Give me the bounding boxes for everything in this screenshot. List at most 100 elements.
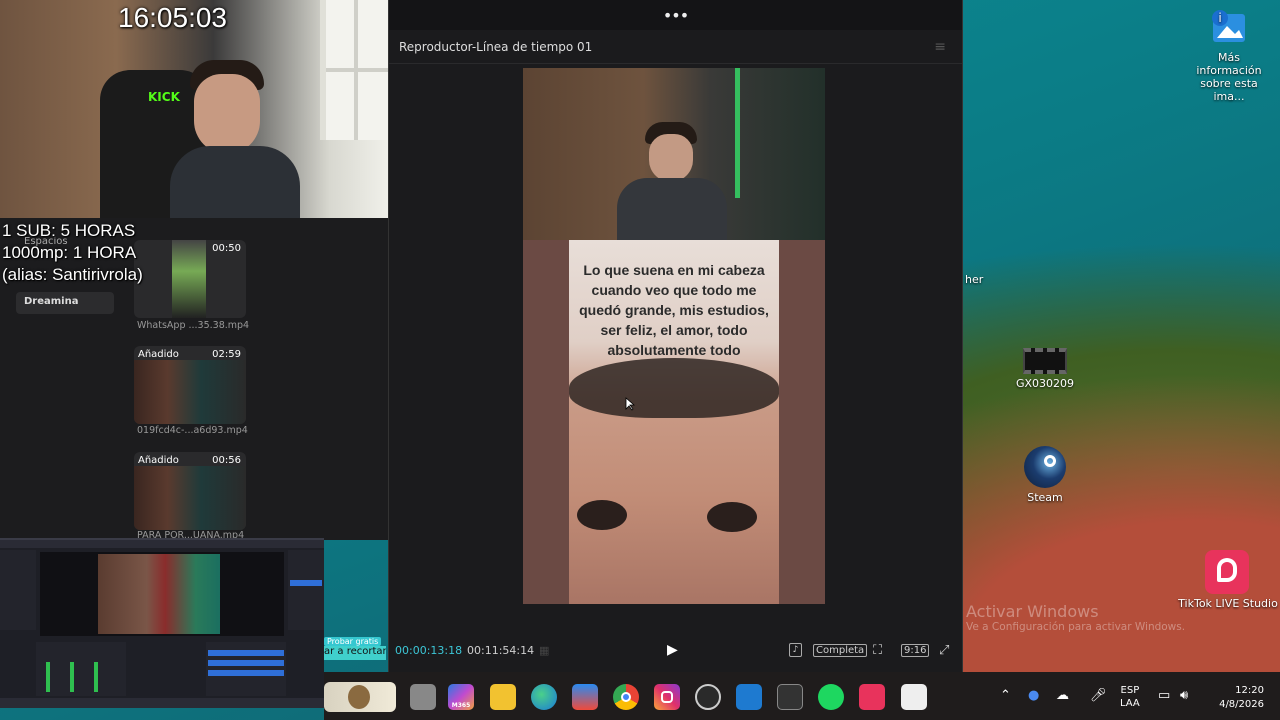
promo-text: ar a recortar: [324, 646, 386, 660]
chevron-up-icon[interactable]: ⌃: [1000, 688, 1011, 703]
hamburger-menu-icon[interactable]: ≡: [934, 39, 946, 55]
obs-window-preview[interactable]: [0, 538, 324, 708]
partial-desktop-label: her: [965, 273, 984, 286]
video-clip-section: Lo que suena en mi cabeza cuando veo que…: [523, 240, 825, 604]
media-duration: 02:59: [212, 349, 241, 360]
cursor-icon: [625, 396, 636, 411]
m365-icon[interactable]: M365: [448, 684, 474, 710]
streamer-person: [170, 60, 300, 218]
stream-goal-line: 1 SUB: 5 HORAS: [2, 221, 136, 240]
steam-icon: [1024, 446, 1066, 488]
stream-goals-text: 1 SUB: 5 HORAS 1000mp: 1 HORA (alias: Sa…: [2, 220, 143, 286]
activate-windows-watermark: Activar Windows Ve a Configuración para …: [966, 602, 1185, 633]
input-language[interactable]: ESP LAA: [1120, 684, 1140, 710]
watermark-subtitle: Ve a Configuración para activar Windows.: [966, 621, 1186, 633]
timecode-current: 00:00:13:18: [395, 643, 463, 657]
webcam-window-frame: [320, 0, 388, 140]
lang-code: ESP: [1120, 685, 1140, 696]
media-filename: 019fcd4c-...a6d93.mp4: [137, 425, 248, 436]
obs-preview-canvas: [40, 552, 284, 636]
instagram-icon[interactable]: [654, 684, 680, 710]
media-added-badge: Añadido: [138, 349, 179, 360]
zoom-fit-icon[interactable]: ⛶: [873, 643, 882, 658]
desktop-icon-label: GX030209: [1015, 377, 1075, 390]
desktop-icon-image-info[interactable]: i Más información sobre esta ima...: [1186, 8, 1272, 103]
obs-icon[interactable]: [695, 684, 721, 710]
tiktok-live-icon: [1205, 550, 1249, 594]
volume-icon[interactable]: 🔊︎: [1180, 688, 1188, 703]
network-icon[interactable]: ▭: [1158, 688, 1170, 703]
video-person: [617, 122, 727, 240]
spotify-icon[interactable]: [818, 684, 844, 710]
player-window: ••• Reproductor-Línea de tiempo 01 ≡ Lo …: [388, 0, 963, 672]
clock-time: 12:20: [1235, 685, 1264, 696]
media-card[interactable]: Añadido 00:56: [134, 452, 246, 530]
lang-layout: LAA: [1120, 698, 1140, 709]
owl-app-icon[interactable]: [324, 682, 396, 712]
player-header: Reproductor-Línea de tiempo 01 ≡: [389, 30, 962, 64]
watermark-title: Activar Windows: [966, 602, 1099, 621]
media-thumbnail: [134, 360, 246, 424]
webcam-clock: 16:05:03: [118, 2, 227, 33]
video-file-icon: [1023, 348, 1067, 374]
promo-badge: Probar gratis: [324, 637, 382, 646]
capcut-icon[interactable]: [901, 684, 927, 710]
media-thumbnail: [134, 466, 246, 530]
webcam-overlay: KICK 16:05:03: [0, 0, 388, 218]
store-icon[interactable]: [572, 684, 598, 710]
sidebar-item-label: Dreamina: [24, 296, 79, 307]
film-strip-icon[interactable]: ▦: [539, 644, 549, 657]
taskbar: M365 ⌃ ● ☁ 🎤︎ ESP LAA ▭ 🔊︎ 12:20 4/8/202…: [324, 672, 1280, 720]
play-button[interactable]: ▶: [667, 642, 678, 658]
media-card[interactable]: Añadido 02:59: [134, 346, 246, 424]
file-explorer-icon[interactable]: [490, 684, 516, 710]
obs-scenes-list: [0, 550, 36, 630]
edge-icon[interactable]: [531, 684, 557, 710]
video-preview[interactable]: Lo que suena en mi cabeza cuando veo que…: [523, 68, 825, 604]
vscode-icon[interactable]: [736, 684, 762, 710]
obs-controls: [206, 642, 286, 696]
desktop-icon-label: TikTok LIVE Studio: [1178, 597, 1278, 610]
image-info-icon: i: [1209, 8, 1249, 48]
quality-select[interactable]: Completa: [813, 643, 868, 657]
desktop-icon-label: Steam: [1027, 491, 1063, 504]
obs-audio-mixer: [36, 642, 126, 696]
desktop-icon-label: Más información sobre esta ima...: [1196, 51, 1262, 103]
player-drag-handle[interactable]: •••: [389, 0, 962, 30]
file-viewer-icon[interactable]: [410, 684, 436, 710]
sidebar-item-dreamina[interactable]: Dreamina: [16, 292, 114, 314]
desktop-icon-steam[interactable]: Steam: [1002, 446, 1088, 504]
system-clock[interactable]: 12:20 4/8/2026: [1204, 684, 1264, 712]
microphone-icon[interactable]: 🎤︎: [1090, 688, 1107, 703]
desktop-icon-tiktok-live[interactable]: TikTok LIVE Studio: [1178, 550, 1278, 610]
desktop-icon-video-file[interactable]: GX030209: [1002, 348, 1088, 390]
camera-app-icon[interactable]: [777, 684, 803, 710]
tiktok-icon[interactable]: [859, 684, 885, 710]
media-duration: 00:50: [212, 243, 241, 254]
stream-goal-line: 1000mp: 1 HORA: [2, 243, 137, 262]
media-card[interactable]: 00:50: [134, 240, 246, 318]
player-controls: 00:00:13:18 00:11:54:14 ▦ ▶ ♪ Completa ⛶…: [389, 636, 962, 664]
svg-text:i: i: [1218, 11, 1221, 25]
cloud-icon[interactable]: ☁: [1056, 688, 1069, 703]
m365-label: M365: [451, 701, 471, 709]
meet-now-icon[interactable]: ●: [1028, 688, 1039, 703]
obs-status-bar: [0, 698, 324, 708]
media-added-badge: Añadido: [138, 455, 179, 466]
clock-date: 4/8/2026: [1219, 699, 1264, 710]
media-filename: WhatsApp ...35.38.mp4: [137, 320, 250, 331]
video-overlay-caption: Lo que suena en mi cabeza cuando veo que…: [579, 262, 769, 358]
media-duration: 00:56: [212, 455, 241, 466]
promo-area[interactable]: Probar gratis ar a recortar: [324, 637, 386, 663]
timecode-total: 00:11:54:14: [467, 643, 535, 657]
more-options-icon[interactable]: •••: [663, 6, 689, 25]
tiktok-preview-icon[interactable]: ♪: [789, 643, 802, 657]
media-thumbnail: [172, 240, 206, 318]
aspect-ratio-select[interactable]: 9:16: [901, 643, 930, 657]
fullscreen-icon[interactable]: ⤢: [939, 643, 949, 658]
stream-goal-line: (alias: Santirivrola): [2, 265, 143, 284]
obs-sources-panel: [288, 550, 324, 630]
player-title: Reproductor-Línea de tiempo 01: [399, 39, 593, 54]
video-webcam-section: [523, 68, 825, 240]
chrome-icon[interactable]: [613, 684, 639, 710]
